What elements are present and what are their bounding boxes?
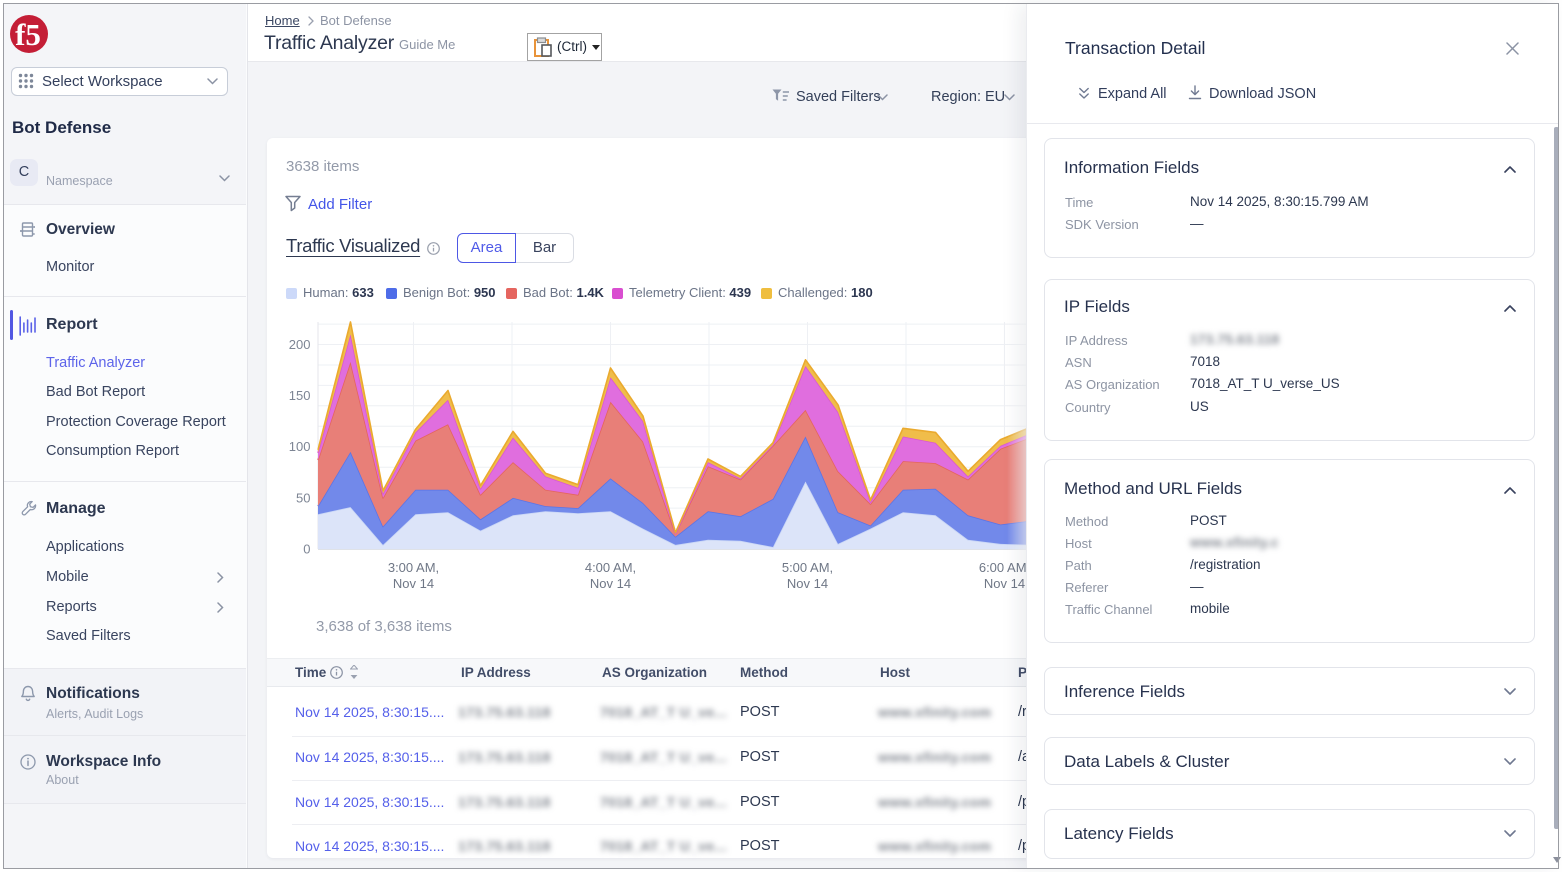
svg-text:Nov 14: Nov 14	[393, 576, 434, 591]
svg-text:f5: f5	[15, 17, 41, 52]
svg-text:150: 150	[289, 388, 311, 403]
svg-text:5:00 AM,: 5:00 AM,	[782, 560, 833, 575]
svg-text:Nov 14: Nov 14	[590, 576, 631, 591]
svg-text:100: 100	[289, 439, 311, 454]
svg-text:200: 200	[289, 337, 311, 352]
svg-text:Nov 14: Nov 14	[787, 576, 828, 591]
svg-text:Nov 14: Nov 14	[984, 576, 1025, 591]
svg-text:6:00 AM,: 6:00 AM,	[979, 560, 1030, 575]
svg-text:50: 50	[296, 490, 310, 505]
svg-text:0: 0	[303, 542, 310, 557]
svg-text:3:00 AM,: 3:00 AM,	[388, 560, 439, 575]
svg-text:4:00 AM,: 4:00 AM,	[585, 560, 636, 575]
